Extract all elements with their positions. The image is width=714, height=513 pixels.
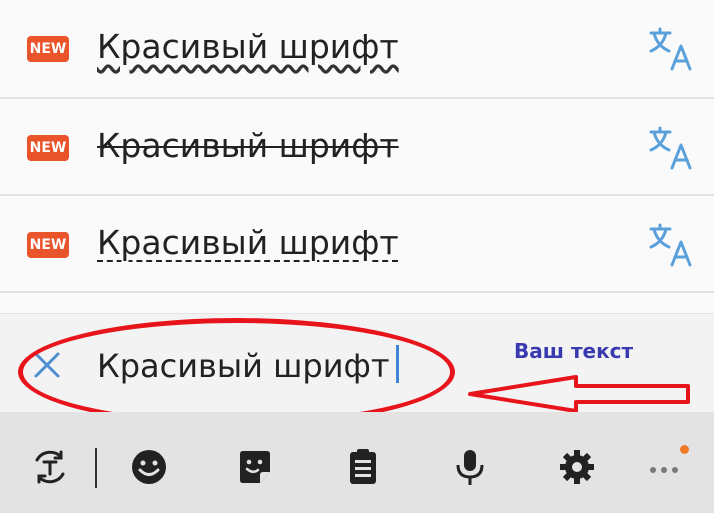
keyboard-toolbar	[0, 412, 714, 513]
clipboard-icon[interactable]	[344, 448, 382, 486]
translate-icon[interactable]	[648, 222, 694, 268]
new-badge: NEW	[27, 135, 69, 161]
input-value: Красивый шрифт	[97, 347, 390, 385]
translate-icon[interactable]	[648, 125, 694, 171]
text-input[interactable]: Красивый шрифт	[97, 345, 399, 385]
microphone-icon[interactable]	[451, 448, 489, 486]
text-style-icon[interactable]	[31, 448, 69, 486]
list-spacer	[0, 293, 714, 313]
close-icon[interactable]	[32, 350, 62, 380]
sticker-icon[interactable]	[236, 448, 274, 486]
notification-dot	[680, 445, 689, 454]
translate-icon[interactable]	[648, 26, 694, 72]
styled-text-bubble: Красивый шрифт	[97, 27, 399, 66]
new-badge: NEW	[27, 232, 69, 258]
styled-text-dashed: Красивый шрифт	[97, 223, 399, 262]
styled-text-strike: Красивый шрифт	[97, 126, 399, 165]
list-item[interactable]: NEW Красивый шрифт	[0, 99, 714, 196]
list-item[interactable]: NEW Красивый шрифт	[0, 0, 714, 99]
list-item[interactable]: NEW Красивый шрифт	[0, 196, 714, 293]
new-badge: NEW	[27, 36, 69, 62]
font-style-list: NEW Красивый шрифт NEW Красивый шрифт NE…	[0, 0, 714, 313]
annotation-note: Ваш текст	[514, 339, 634, 363]
more-icon[interactable]	[646, 448, 684, 486]
text-cursor	[395, 345, 399, 383]
gear-icon[interactable]	[558, 448, 596, 486]
toolbar-separator	[95, 448, 97, 488]
emoji-icon[interactable]	[130, 448, 168, 486]
